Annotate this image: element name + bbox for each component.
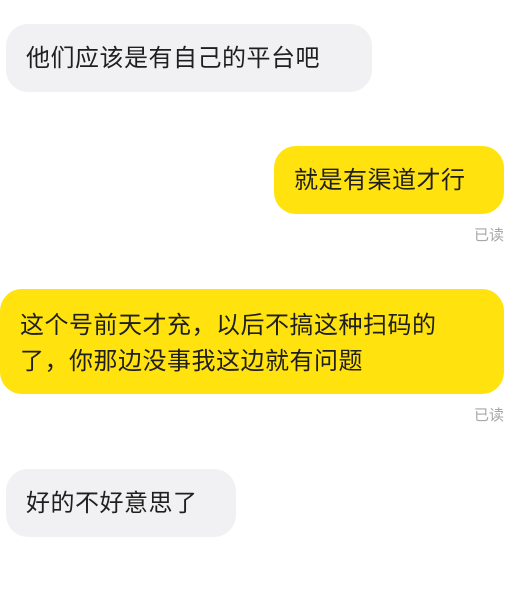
message-bubble-outgoing[interactable]: 就是有渠道才行: [274, 146, 504, 214]
message-bubble-incoming[interactable]: 他们应该是有自己的平台吧: [6, 24, 372, 92]
message-text: 就是有渠道才行: [294, 166, 466, 194]
message-bubble-incoming[interactable]: 好的不好意思了: [6, 469, 236, 537]
read-status: 已读: [473, 226, 504, 244]
chat-message-list: 他们应该是有自己的平台吧 就是有渠道才行 已读 这个号前天才充，以后不搞这种扫码…: [0, 0, 512, 598]
read-status: 已读: [473, 406, 504, 424]
message-bubble-outgoing[interactable]: 这个号前天才充，以后不搞这种扫码的了，你那边没事我这边就有问题: [0, 289, 504, 394]
message-text: 这个号前天才充，以后不搞这种扫码的了，你那边没事我这边就有问题: [20, 311, 437, 375]
message-text: 好的不好意思了: [26, 489, 198, 517]
message-text: 他们应该是有自己的平台吧: [26, 44, 320, 72]
